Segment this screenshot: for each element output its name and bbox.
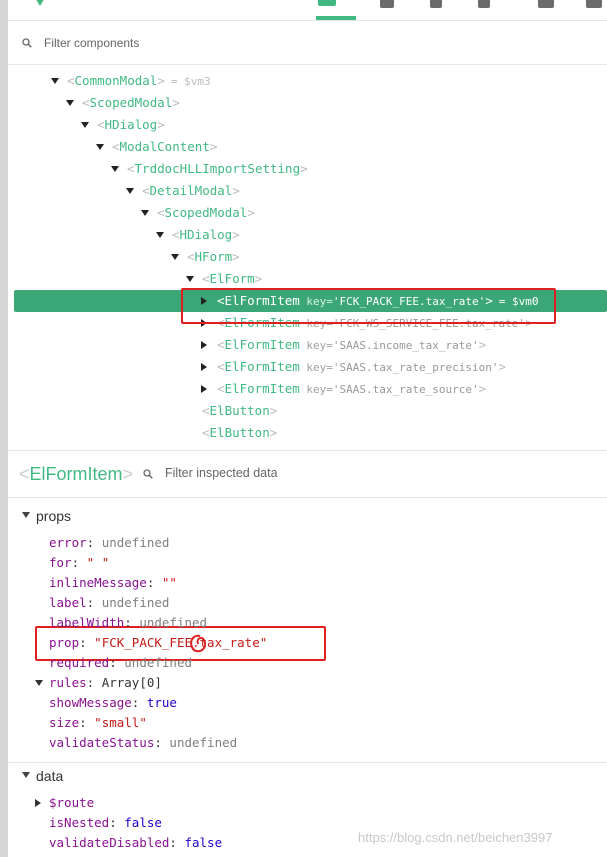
- vm-reference: = $vm3: [170, 75, 211, 88]
- devtools-toolbar: [8, 0, 607, 21]
- prop-validatestatus: validateStatus: undefined: [49, 735, 238, 750]
- tree-row-hdialog[interactable]: <HDialog>: [8, 224, 607, 246]
- search-icon: [143, 469, 153, 479]
- component-name: ElButton: [209, 403, 270, 418]
- component-key: 'SAAS.income_tax_rate': [332, 339, 479, 352]
- tree-row-hform[interactable]: <HForm>: [8, 246, 607, 268]
- chevron-right-icon[interactable]: [201, 362, 207, 371]
- component-name: ElFormItem: [224, 381, 300, 396]
- component-name: CommonModal: [74, 73, 158, 88]
- prop-size: size: "small": [49, 715, 147, 730]
- chevron-right-icon[interactable]: [201, 384, 207, 393]
- performance-tab-icon[interactable]: [538, 0, 554, 8]
- chevron-down-icon[interactable]: [141, 209, 149, 216]
- events-tab-icon[interactable]: [430, 0, 442, 8]
- tree-row-scopedmodal[interactable]: <ScopedModal>: [8, 202, 607, 224]
- section-divider: [8, 762, 607, 763]
- component-name: DetailModal: [149, 183, 233, 198]
- prop-prop: prop: "FCK_PACK_FEE.tax_rate": [49, 635, 268, 650]
- chevron-down-icon[interactable]: [96, 143, 104, 150]
- tree-row-detailmodal[interactable]: <DetailModal>: [8, 180, 607, 202]
- component-key: 'SAAS.tax_rate_source': [332, 383, 479, 396]
- watermark-text: https://blog.csdn.net/beichen3997: [358, 830, 553, 845]
- component-filter-bar: [8, 28, 607, 65]
- chevron-down-icon[interactable]: [171, 253, 179, 260]
- tree-row-elformitem[interactable]: <ElFormItem key='SAAS.tax_rate_precision…: [8, 356, 607, 378]
- components-tab-icon[interactable]: [318, 0, 336, 6]
- filter-inspected-data-input[interactable]: [163, 465, 467, 481]
- chevron-down-icon[interactable]: [156, 231, 164, 238]
- chevron-down-icon[interactable]: [66, 99, 74, 106]
- prop-for: for: " ": [49, 555, 110, 570]
- prop-showmessage: showMessage: true: [49, 695, 177, 710]
- settings-tab-icon[interactable]: [586, 0, 602, 8]
- prop-rules[interactable]: rules: Array[0]: [49, 673, 162, 693]
- tree-row-elbutton[interactable]: <ElButton>: [8, 422, 607, 444]
- chevron-right-icon[interactable]: [35, 799, 41, 807]
- component-name: HForm: [194, 249, 233, 264]
- chevron-down-icon[interactable]: [126, 187, 134, 194]
- data-section-toggle[interactable]: data: [22, 768, 63, 784]
- tree-row-hdialog[interactable]: <HDialog>: [8, 114, 607, 136]
- chevron-down-icon: [22, 512, 30, 519]
- prop-label: label: undefined: [49, 595, 170, 610]
- vuex-tab-icon[interactable]: [380, 0, 394, 8]
- component-name: ElFormItem: [224, 359, 300, 374]
- search-icon: [22, 38, 32, 48]
- component-name: ElForm: [209, 271, 255, 286]
- chevron-down-icon[interactable]: [111, 165, 119, 172]
- component-name: ModalContent: [119, 139, 210, 154]
- chevron-down-icon[interactable]: [35, 680, 43, 686]
- component-name: HDialog: [179, 227, 233, 242]
- tree-row-elformitem[interactable]: <ElFormItem key='SAAS.income_tax_rate'>: [8, 334, 607, 356]
- inspector-divider: [8, 497, 607, 498]
- tree-row-trddochllimportsetting[interactable]: <TrddocHLLImportSetting>: [8, 158, 607, 180]
- data-route[interactable]: $route: [49, 793, 94, 813]
- prop-required: required: undefined: [49, 655, 193, 670]
- chevron-down-icon[interactable]: [186, 275, 194, 282]
- active-tab-indicator: [316, 16, 356, 20]
- tree-row-commonmodal[interactable]: <CommonModal> = $vm3: [8, 70, 607, 92]
- component-name: ScopedModal: [164, 205, 248, 220]
- data-validatedisabled: validateDisabled: false: [49, 835, 223, 850]
- component-key: 'SAAS.tax_rate_precision': [332, 361, 499, 374]
- inspected-component-title: <ElFormItem>: [19, 464, 134, 484]
- pane-divider: [8, 450, 607, 451]
- filter-components-input[interactable]: [42, 35, 446, 51]
- vue-logo-icon: [34, 0, 46, 6]
- tree-row-elformitem[interactable]: <ElFormItem key='SAAS.tax_rate_source'>: [8, 378, 607, 400]
- tree-row-scopedmodal[interactable]: <ScopedModal>: [8, 92, 607, 114]
- data-isnested: isNested: false: [49, 815, 162, 830]
- annotation-box-selected-row: [181, 288, 556, 324]
- tree-row-elform[interactable]: <ElForm>: [8, 268, 607, 290]
- component-name: HDialog: [104, 117, 158, 132]
- inspector-header: <ElFormItem>: [8, 452, 607, 496]
- chevron-right-icon[interactable]: [201, 340, 207, 349]
- prop-error: error: undefined: [49, 535, 170, 550]
- component-name: ElButton: [209, 425, 270, 440]
- component-name: TrddocHLLImportSetting: [134, 161, 301, 176]
- tree-row-elbutton[interactable]: <ElButton>: [8, 400, 607, 422]
- component-name: ElFormItem: [224, 337, 300, 352]
- prop-inlinemessage: inlineMessage: "": [49, 575, 177, 590]
- prop-labelwidth: labelWidth: undefined: [49, 615, 208, 630]
- props-section-toggle[interactable]: props: [22, 508, 71, 524]
- left-edge-bar: [0, 0, 8, 857]
- chevron-down-icon[interactable]: [51, 77, 59, 84]
- component-name: ScopedModal: [89, 95, 173, 110]
- tree-row-modalcontent[interactable]: <ModalContent>: [8, 136, 607, 158]
- chevron-down-icon[interactable]: [81, 121, 89, 128]
- routing-tab-icon[interactable]: [478, 0, 490, 8]
- chevron-down-icon: [22, 772, 30, 779]
